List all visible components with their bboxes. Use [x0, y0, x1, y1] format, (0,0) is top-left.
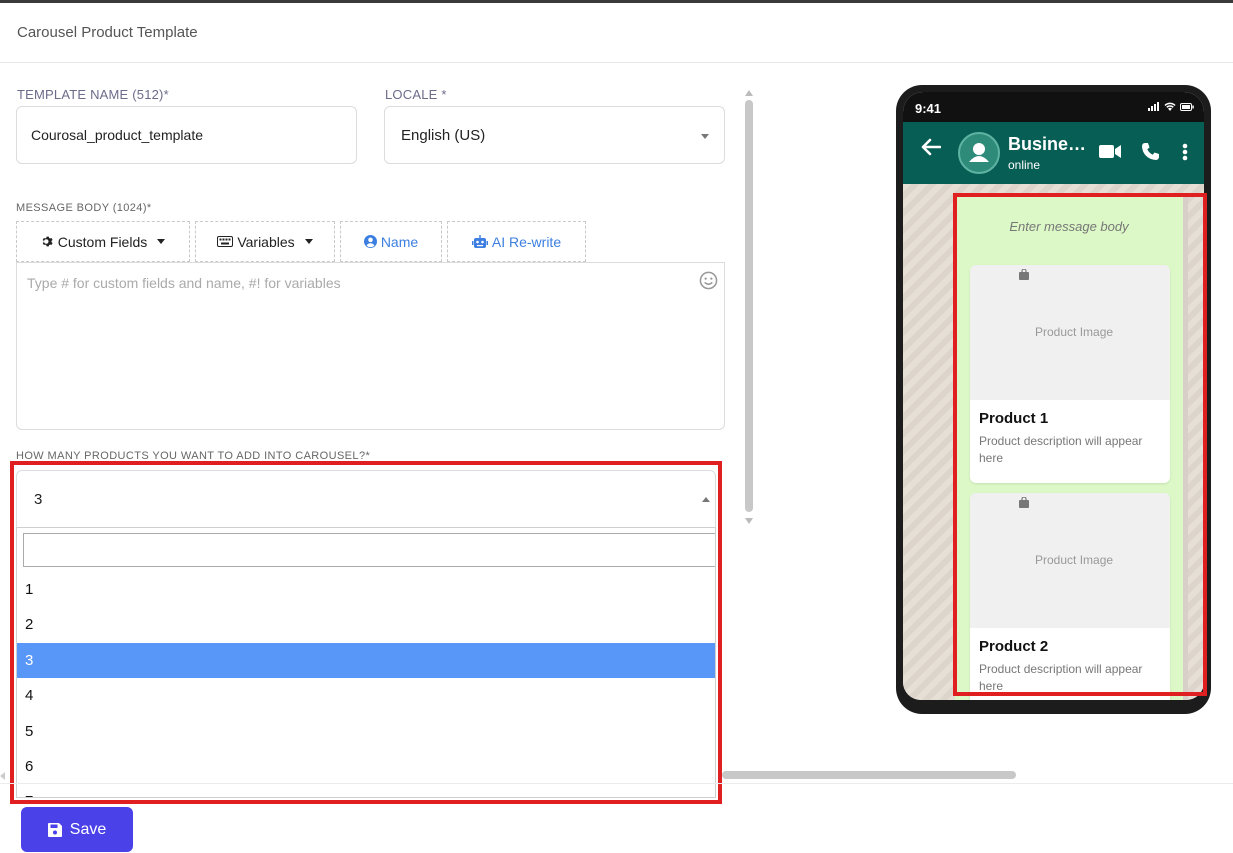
user-circle-icon [363, 235, 377, 248]
chevron-down-icon [701, 134, 709, 139]
ai-rewrite-button[interactable]: AI Re-write [447, 221, 586, 262]
locale-label: LOCALE * [385, 87, 447, 102]
product-title: Product 2 [979, 638, 1049, 655]
emoji-icon[interactable] [699, 271, 718, 290]
keyboard-icon [217, 236, 234, 247]
message-body-textarea[interactable]: Type # for custom fields and name, #! fo… [16, 262, 725, 430]
name-label: Name [380, 233, 419, 250]
page-title: Carousel Product Template [17, 24, 198, 41]
vertical-scrollbar[interactable] [745, 100, 753, 512]
product-description: Product description will appear here [979, 662, 1143, 693]
product-count-select[interactable]: 3 [16, 470, 716, 528]
product-image-text: Product Image [1035, 553, 1114, 567]
message-body-label: MESSAGE BODY (1024)* [16, 202, 152, 214]
status-icons [1148, 102, 1194, 111]
chat-background: Enter message body Product Image Product… [903, 184, 1204, 700]
caret-down-icon [157, 239, 166, 244]
template-name-input[interactable]: Courosal_product_template [16, 106, 357, 164]
phone-scrollbar [1183, 197, 1188, 700]
locale-value: English (US) [401, 126, 486, 144]
dropdown-option[interactable]: 7 [17, 784, 715, 797]
product-count-dropdown: 1 2 3 4 5 6 7 [16, 527, 716, 798]
video-call-icon[interactable] [1099, 144, 1121, 159]
status-bar: 9:41 [903, 92, 1204, 122]
dropdown-options: 1 2 3 4 5 6 7 [17, 572, 715, 797]
custom-fields-label: Custom Fields [57, 233, 148, 250]
phone-icon[interactable] [1141, 142, 1160, 161]
dropdown-option[interactable]: 5 [17, 714, 715, 749]
avatar [958, 132, 1000, 174]
dropdown-option[interactable]: 1 [17, 572, 715, 607]
phone-preview: 9:41 Business... online Enter message bo… [896, 85, 1211, 714]
save-button[interactable]: Save [21, 807, 133, 852]
product-card: Product Image Product 2 Product descript… [970, 493, 1170, 700]
floppy-disk-icon [47, 822, 62, 837]
signal-icon [1148, 102, 1159, 111]
horizontal-scrollbar[interactable] [722, 771, 1016, 779]
more-vertical-icon[interactable] [1182, 143, 1188, 161]
caret-down-icon [304, 239, 313, 244]
divider [0, 783, 1233, 784]
variables-button[interactable]: Variables [195, 221, 335, 262]
top-border [0, 0, 1233, 3]
scroll-up-arrow[interactable] [745, 90, 753, 96]
message-placeholder: Enter message body [1009, 219, 1129, 234]
back-arrow-icon[interactable] [921, 138, 941, 156]
dropdown-option-selected[interactable]: 3 [17, 642, 715, 679]
dropdown-search-input[interactable] [23, 533, 715, 567]
shopping-bag-icon [1019, 269, 1029, 280]
dropdown-option[interactable]: 6 [17, 749, 715, 784]
chat-header: Business... online [903, 122, 1204, 184]
product-image: Product Image [970, 265, 1170, 400]
battery-icon [1180, 102, 1194, 111]
variables-label: Variables [237, 233, 295, 250]
custom-fields-button[interactable]: Custom Fields [16, 221, 190, 262]
product-count-value: 3 [34, 490, 43, 508]
product-image: Product Image [970, 493, 1170, 628]
product-card: Product Image Product 1 Product descript… [970, 265, 1170, 483]
scroll-down-arrow[interactable] [745, 518, 753, 524]
product-count-label: HOW MANY PRODUCTS YOU WANT TO ADD INTO C… [16, 450, 371, 462]
save-label: Save [69, 820, 107, 838]
chevron-up-icon [702, 497, 710, 502]
locale-select[interactable]: English (US) [384, 106, 725, 164]
divider [0, 62, 1233, 63]
dropdown-option[interactable]: 4 [17, 678, 715, 713]
phone-screen: 9:41 Business... online Enter message bo… [903, 92, 1204, 700]
product-image-text: Product Image [1035, 325, 1114, 339]
name-button[interactable]: Name [340, 221, 442, 262]
scroll-left-arrow[interactable] [0, 772, 5, 780]
product-title: Product 1 [979, 410, 1049, 427]
business-name: Business... [1008, 134, 1090, 154]
status-time: 9:41 [915, 101, 942, 116]
template-name-label: TEMPLATE NAME (512)* [17, 87, 169, 102]
product-description: Product description will appear here [979, 434, 1143, 465]
ai-rewrite-label: AI Re-write [491, 233, 562, 250]
gear-icon [42, 236, 53, 247]
shopping-bag-icon [1019, 497, 1029, 508]
robot-icon [471, 234, 488, 248]
wifi-icon [1164, 102, 1176, 111]
template-name-value: Courosal_product_template [31, 127, 203, 143]
dropdown-option[interactable]: 2 [17, 607, 715, 642]
business-status: online [1008, 158, 1041, 172]
user-icon [969, 143, 989, 162]
message-body-placeholder: Type # for custom fields and name, #! fo… [27, 275, 341, 291]
message-bubble: Enter message body Product Image Product… [955, 197, 1183, 700]
